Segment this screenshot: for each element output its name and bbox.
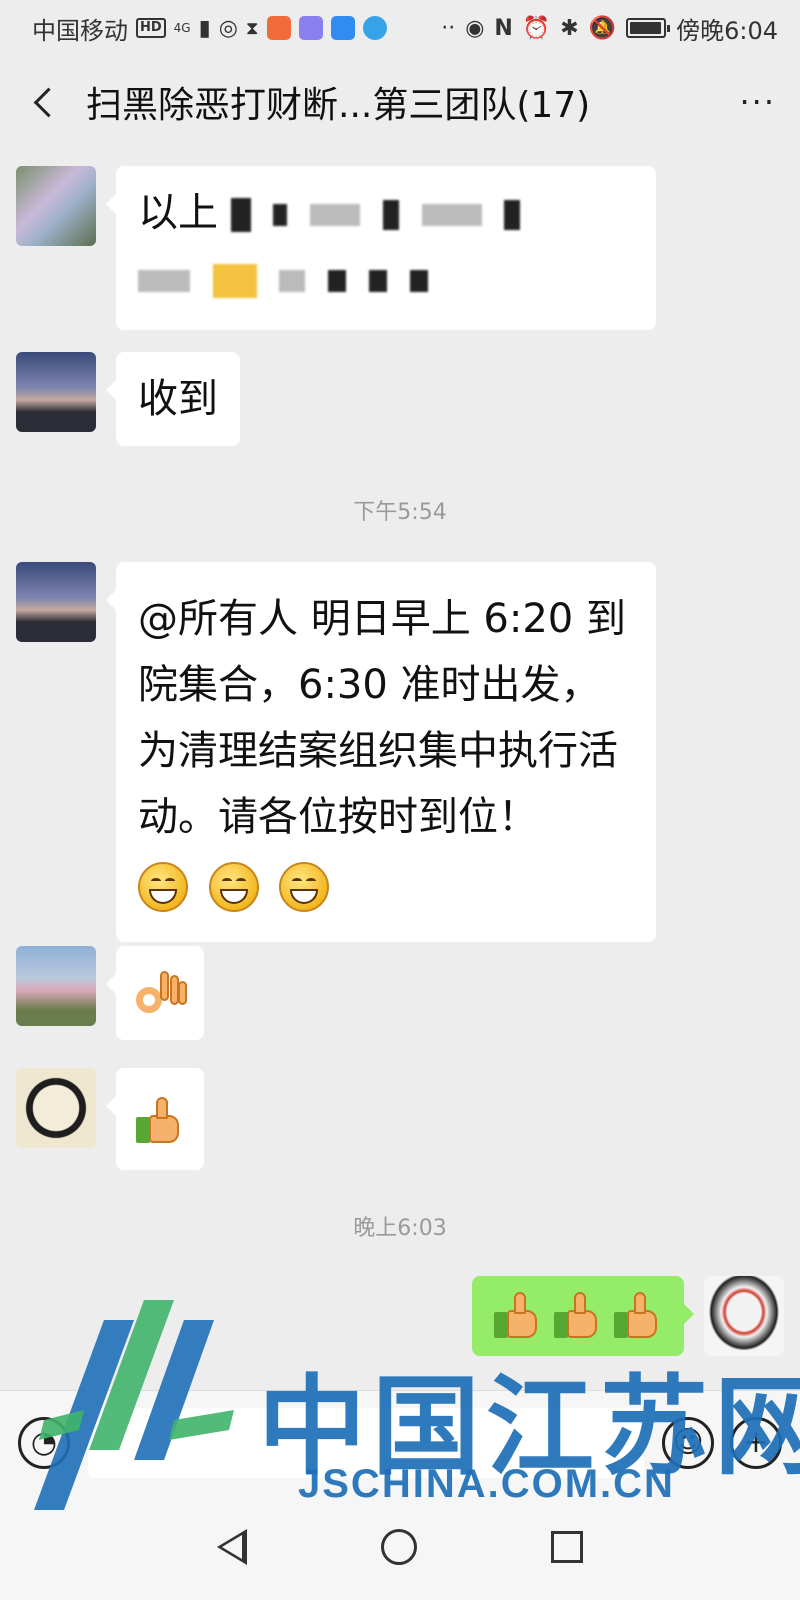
message-row: 收到 — [16, 352, 240, 446]
more-options-icon[interactable]: ··· — [739, 83, 776, 121]
browser-app-icon — [362, 16, 387, 40]
voice-input-icon[interactable]: ◔ — [18, 1416, 70, 1469]
avatar[interactable] — [16, 1068, 96, 1148]
input-bar: ◔ ☺ + — [0, 1390, 800, 1494]
nav-recent-apps-icon[interactable] — [551, 1531, 583, 1563]
system-nav-bar — [0, 1494, 800, 1600]
message-row: 以上 — [16, 166, 656, 330]
message-text: 收到 — [138, 376, 218, 422]
message-row — [16, 946, 204, 1040]
thumbs-up-icon — [552, 1290, 604, 1342]
message-bubble[interactable] — [106, 946, 204, 1040]
location-app-icon — [330, 16, 355, 40]
grinning-face-icon — [138, 862, 188, 912]
more-dots-icon: ·· — [441, 15, 456, 41]
thumbs-up-icon — [612, 1290, 664, 1342]
app-icon — [298, 16, 323, 40]
message-bubble[interactable] — [106, 1068, 204, 1170]
message-row-sent — [472, 1276, 784, 1356]
message-bubble[interactable]: @所有人 明日早上 6:20 到院集合，6:30 准时出发，为清理结案组织集中执… — [106, 562, 656, 942]
redacted-block — [368, 270, 387, 292]
message-bubble[interactable]: 收到 — [106, 352, 240, 446]
nav-home-icon[interactable] — [381, 1529, 417, 1565]
redacted-block — [138, 270, 190, 292]
redacted-block — [421, 204, 482, 226]
status-bar: 中国移动 HD 4G ▮ ◎ ⧗ ·· ◉ N ⏰ ✱ 🔕 傍晚6:04 — [0, 0, 800, 56]
thumbs-up-icon — [492, 1290, 544, 1342]
redacted-block — [409, 270, 428, 292]
back-icon[interactable] — [24, 82, 64, 122]
chat-header: 扫黑除恶打财断...第三团队(17) ··· — [0, 56, 800, 148]
redacted-block — [273, 204, 288, 226]
message-text: @所有人 明日早上 6:20 到院集合，6:30 准时出发，为清理结案组织集中执… — [138, 596, 626, 840]
battery-icon — [626, 18, 671, 38]
alarm-icon: ⏰ — [522, 15, 551, 41]
nav-back-icon[interactable] — [217, 1529, 247, 1565]
eye-icon: ◉ — [465, 15, 485, 41]
redacted-block — [279, 270, 306, 292]
hd-icon: HD — [136, 18, 166, 38]
bluetooth-icon: ✱ — [560, 15, 579, 41]
redacted-block — [310, 204, 361, 226]
grinning-face-icon — [279, 862, 330, 912]
nfc-icon: N — [494, 15, 513, 41]
message-input[interactable] — [88, 1407, 644, 1478]
signal-icon: 4G — [174, 22, 191, 34]
message-row — [16, 1068, 204, 1170]
avatar[interactable] — [16, 562, 96, 642]
emoji-group — [138, 852, 634, 918]
message-row: @所有人 明日早上 6:20 到院集合，6:30 准时出发，为清理结案组织集中执… — [16, 562, 656, 942]
add-attachment-icon[interactable]: + — [730, 1416, 782, 1469]
emoji-picker-icon[interactable]: ☺ — [662, 1416, 714, 1469]
mute-icon: 🔕 — [588, 15, 617, 41]
signal-bars-icon: ▮ — [198, 15, 211, 41]
timestamp: 晚上6:03 — [353, 1216, 447, 1241]
avatar[interactable] — [16, 166, 96, 246]
avatar[interactable] — [16, 946, 96, 1026]
hotspot-icon: ◎ — [218, 15, 238, 41]
avatar[interactable] — [16, 352, 96, 432]
redacted-block — [328, 270, 347, 292]
thumbs-up-icon — [134, 1095, 186, 1147]
message-bubble-sent[interactable] — [472, 1276, 694, 1356]
grinning-face-icon — [208, 862, 259, 912]
message-text: 以上 — [138, 190, 218, 236]
chat-title: 扫黑除恶打财断...第三团队(17) — [86, 85, 591, 126]
message-bubble[interactable]: 以上 — [106, 166, 656, 330]
network-type-label: 4G — [173, 21, 191, 35]
carrier-label: 中国移动 — [32, 16, 128, 45]
status-time: 傍晚6:04 — [676, 16, 778, 45]
video-app-icon — [266, 16, 291, 40]
ok-hand-icon — [132, 967, 188, 1023]
timestamp: 下午5:54 — [353, 500, 447, 525]
redacted-block — [212, 264, 257, 298]
avatar[interactable] — [704, 1276, 784, 1356]
hourglass-icon: ⧗ — [245, 17, 259, 39]
redacted-block — [504, 200, 521, 230]
redacted-block — [230, 198, 251, 232]
redacted-block — [382, 200, 399, 230]
